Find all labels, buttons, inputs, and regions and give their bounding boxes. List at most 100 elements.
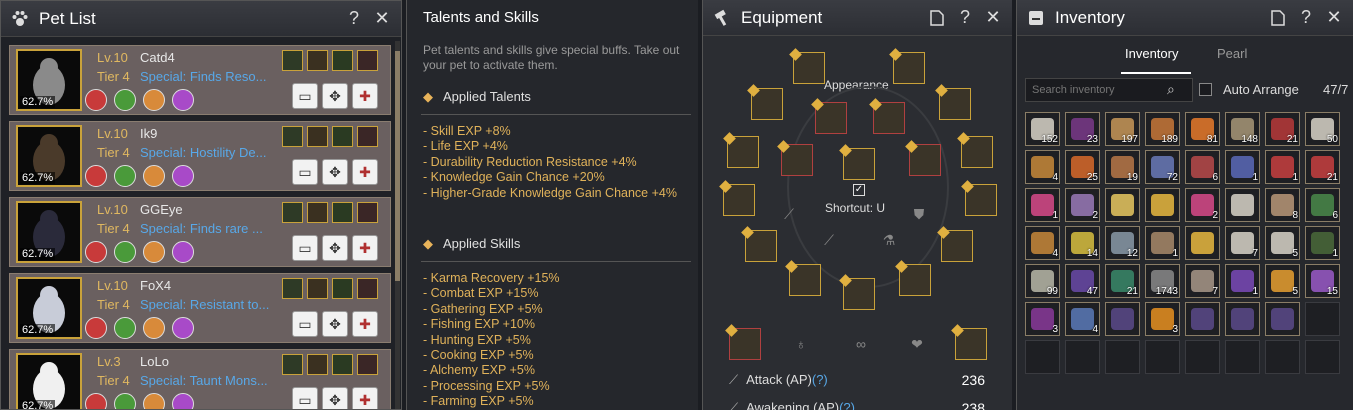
- inventory-item[interactable]: 5: [1265, 264, 1300, 298]
- inventory-item[interactable]: [1185, 302, 1220, 336]
- pet-row[interactable]: 62.7% Lv.10 GGEye Tier 4 Special: Finds …: [9, 197, 391, 267]
- inventory-item[interactable]: 3: [1145, 302, 1180, 336]
- inventory-item[interactable]: [1105, 302, 1140, 336]
- pet-skill-icon[interactable]: [172, 89, 194, 111]
- inventory-item[interactable]: 21: [1105, 264, 1140, 298]
- pet-skill-icon[interactable]: [114, 89, 136, 111]
- feed-button[interactable]: ▭: [292, 235, 318, 261]
- pet-portrait[interactable]: 62.7%: [16, 353, 82, 409]
- help-button[interactable]: ?: [343, 8, 365, 30]
- feed-button[interactable]: ▭: [292, 83, 318, 109]
- paw-button[interactable]: ✥: [322, 159, 348, 185]
- help-button[interactable]: ?: [954, 7, 976, 29]
- pet-talent-icon[interactable]: [282, 50, 303, 71]
- inventory-item[interactable]: [1185, 226, 1220, 260]
- inventory-item[interactable]: 189: [1145, 112, 1180, 146]
- inventory-item[interactable]: 23: [1065, 112, 1100, 146]
- inventory-item[interactable]: 21: [1305, 150, 1340, 184]
- inventory-slot-empty[interactable]: [1065, 340, 1100, 374]
- pet-skill-icon[interactable]: [143, 393, 165, 409]
- inventory-item[interactable]: 1: [1305, 226, 1340, 260]
- equipment-slot[interactable]: [839, 274, 875, 310]
- equipment-slot[interactable]: [905, 140, 941, 176]
- paw-button[interactable]: ✥: [322, 235, 348, 261]
- inventory-slot-empty[interactable]: [1145, 340, 1180, 374]
- seal-button[interactable]: ✚: [352, 159, 378, 185]
- feed-button[interactable]: ▭: [292, 387, 318, 409]
- pet-talent-icon[interactable]: [307, 126, 328, 147]
- paw-button[interactable]: ✥: [322, 83, 348, 109]
- pet-skill-icon[interactable]: [114, 165, 136, 187]
- inventory-item[interactable]: [1265, 302, 1300, 336]
- pet-skill-icon[interactable]: [85, 241, 107, 263]
- empty-slot-icon[interactable]: ⟋: [821, 232, 837, 248]
- seal-button[interactable]: ✚: [352, 311, 378, 337]
- pet-skill-icon[interactable]: [85, 89, 107, 111]
- pet-talent-icon[interactable]: [282, 202, 303, 223]
- close-button[interactable]: ✕: [982, 7, 1004, 29]
- inventory-item[interactable]: 148: [1225, 112, 1260, 146]
- pet-skill-icon[interactable]: [172, 393, 194, 409]
- inventory-slot-empty[interactable]: [1225, 340, 1260, 374]
- equipment-titlebar[interactable]: Equipment ? ✕: [703, 0, 1012, 36]
- pet-talent-icon[interactable]: [307, 278, 328, 299]
- pet-portrait[interactable]: 62.7%: [16, 277, 82, 339]
- inventory-item[interactable]: 8: [1265, 188, 1300, 222]
- inventory-slot-empty[interactable]: [1265, 340, 1300, 374]
- inventory-titlebar[interactable]: Inventory ? ✕: [1017, 0, 1353, 36]
- equipment-slot[interactable]: [889, 48, 925, 84]
- pet-talent-icon[interactable]: [307, 202, 328, 223]
- equipment-slot[interactable]: [725, 324, 761, 360]
- pet-skill-icon[interactable]: [85, 393, 107, 409]
- pet-skill-icon[interactable]: [143, 241, 165, 263]
- inventory-item[interactable]: 1743: [1145, 264, 1180, 298]
- inventory-item[interactable]: [1225, 188, 1260, 222]
- auto-arrange-checkbox[interactable]: [1199, 83, 1212, 96]
- paw-button[interactable]: ✥: [322, 387, 348, 409]
- seal-button[interactable]: ✚: [352, 83, 378, 109]
- inventory-slot-empty[interactable]: [1025, 340, 1060, 374]
- inventory-item[interactable]: 1: [1225, 150, 1260, 184]
- empty-slot-icon[interactable]: ⟋: [781, 206, 797, 222]
- equipment-slot[interactable]: [747, 84, 783, 120]
- pet-talent-icon[interactable]: [332, 50, 353, 71]
- tab-pearl[interactable]: Pearl: [1217, 46, 1247, 61]
- inventory-item[interactable]: 4: [1065, 302, 1100, 336]
- pet-talent-icon[interactable]: [357, 126, 378, 147]
- inventory-item[interactable]: 6: [1185, 150, 1220, 184]
- inventory-item[interactable]: [1225, 302, 1260, 336]
- inventory-item[interactable]: 7: [1185, 264, 1220, 298]
- inventory-item[interactable]: [1145, 188, 1180, 222]
- equipment-slot[interactable]: [937, 226, 973, 262]
- empty-slot-icon[interactable]: ∞: [853, 336, 869, 352]
- help-button[interactable]: ?: [1295, 7, 1317, 29]
- paw-button[interactable]: ✥: [322, 311, 348, 337]
- equipment-slot[interactable]: [839, 144, 875, 180]
- inventory-item[interactable]: 152: [1025, 112, 1060, 146]
- empty-slot-icon[interactable]: ⚗: [881, 232, 897, 248]
- equipment-slot[interactable]: [719, 180, 755, 216]
- inventory-item[interactable]: 2: [1065, 188, 1100, 222]
- pet-row[interactable]: 62.7% Lv.10 FoX4 Tier 4 Special: Resista…: [9, 273, 391, 343]
- pet-skill-icon[interactable]: [172, 241, 194, 263]
- inventory-item[interactable]: 1: [1265, 150, 1300, 184]
- inventory-item[interactable]: [1105, 188, 1140, 222]
- pet-talent-icon[interactable]: [307, 50, 328, 71]
- inventory-item[interactable]: 1: [1145, 226, 1180, 260]
- pet-talent-icon[interactable]: [357, 202, 378, 223]
- inventory-item[interactable]: 12: [1105, 226, 1140, 260]
- equipment-slot[interactable]: [935, 84, 971, 120]
- inventory-item[interactable]: 81: [1185, 112, 1220, 146]
- equipment-slot[interactable]: [723, 132, 759, 168]
- pet-skill-icon[interactable]: [114, 393, 136, 409]
- pet-row[interactable]: 62.7% Lv.10 Ik9 Tier 4 Special: Hostilit…: [9, 121, 391, 191]
- inventory-item[interactable]: 1: [1225, 264, 1260, 298]
- pet-talent-icon[interactable]: [332, 354, 353, 375]
- inventory-item[interactable]: 72: [1145, 150, 1180, 184]
- pet-row[interactable]: 62.7% Lv.3 LoLo Tier 4 Special: Taunt Mo…: [9, 349, 391, 409]
- inventory-item[interactable]: 197: [1105, 112, 1140, 146]
- equipment-slot[interactable]: [957, 132, 993, 168]
- pet-skill-icon[interactable]: [143, 89, 165, 111]
- pet-talent-icon[interactable]: [357, 50, 378, 71]
- inventory-item[interactable]: 15: [1305, 264, 1340, 298]
